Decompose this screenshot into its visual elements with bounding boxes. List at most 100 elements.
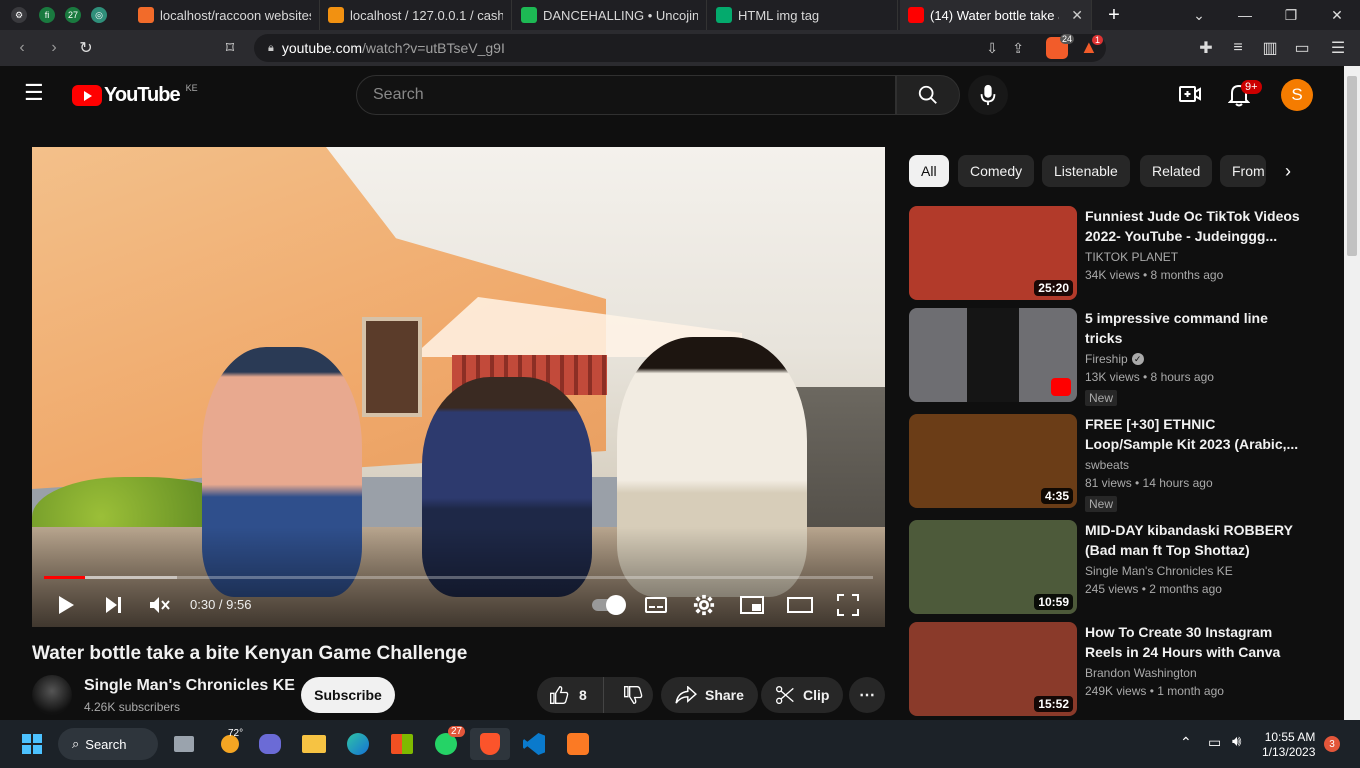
address-bar[interactable]: 🔒︎ youtube.com /watch?v=utBTseV_g9I ⇩ ⇪ bbox=[254, 34, 1106, 62]
volume-icon[interactable]: 🔊︎ bbox=[1232, 733, 1241, 750]
edge-browser-icon[interactable] bbox=[338, 728, 378, 760]
channel-name[interactable]: TIKTOK PLANET bbox=[1085, 250, 1178, 264]
chip-all[interactable]: All bbox=[909, 155, 949, 187]
miniplayer-button[interactable] bbox=[734, 587, 770, 623]
tab-search-icon[interactable]: ⌄ bbox=[1176, 0, 1222, 30]
search-input[interactable]: Search bbox=[356, 75, 896, 115]
recommended-video[interactable]: 25:20 Funniest Jude Oc TikTok Videos 2022… bbox=[909, 206, 1329, 300]
reload-button[interactable]: ↻ bbox=[70, 32, 102, 64]
subtitles-button[interactable] bbox=[638, 587, 674, 623]
channel-name[interactable]: swbeats bbox=[1085, 458, 1129, 472]
close-tab-icon[interactable]: ✕ bbox=[1071, 7, 1083, 24]
progress-bar[interactable] bbox=[44, 576, 873, 579]
whatsapp-icon[interactable]: 27 bbox=[426, 726, 466, 760]
settings-button[interactable] bbox=[686, 587, 722, 623]
scrollbar-thumb[interactable] bbox=[1347, 76, 1357, 256]
chip-listenable[interactable]: Listenable bbox=[1042, 155, 1130, 187]
recommended-video[interactable]: 5 impressive command line tricks Fireship… bbox=[909, 308, 1329, 406]
create-video-icon[interactable] bbox=[1178, 82, 1204, 108]
weather-widget[interactable]: 72° bbox=[210, 728, 250, 760]
brave-rewards-icon[interactable]: ▲ 1 bbox=[1080, 35, 1104, 59]
video-thumbnail[interactable]: 15:52 bbox=[909, 622, 1077, 716]
channel-name[interactable]: Brandon Washington bbox=[1085, 666, 1197, 680]
xampp-icon[interactable] bbox=[558, 728, 598, 760]
channel-name[interactable]: Fireship ✓ bbox=[1085, 352, 1144, 366]
account-avatar[interactable]: S bbox=[1281, 79, 1313, 111]
microsoft-store-icon[interactable] bbox=[382, 728, 422, 760]
video-thumbnail[interactable]: 10:59 bbox=[909, 520, 1077, 614]
playlist-icon[interactable]: ≡ bbox=[1222, 32, 1254, 64]
browser-tab[interactable]: DANCEHALLING • Uncojin bbox=[513, 0, 707, 30]
close-window-button[interactable]: ✕ bbox=[1314, 0, 1360, 30]
share-page-icon[interactable]: ⇪ bbox=[1012, 40, 1024, 57]
recommended-video[interactable]: 15:52 How To Create 30 Instagram Reels in… bbox=[909, 622, 1329, 716]
chip-comedy[interactable]: Comedy bbox=[958, 155, 1035, 187]
sidebar-icon[interactable]: ▥ bbox=[1254, 32, 1286, 64]
browser-menu-icon[interactable]: ☰ bbox=[1322, 32, 1354, 64]
like-button[interactable]: 8 bbox=[537, 677, 605, 713]
video-title[interactable]: MID-DAY kibandaski ROBBERY (Bad man ft T… bbox=[1085, 520, 1300, 560]
taskbar-clock[interactable]: 10:55 AM 1/13/2023 bbox=[1262, 730, 1315, 760]
video-thumbnail[interactable]: 4:35 bbox=[909, 414, 1077, 508]
forward-button[interactable]: › bbox=[38, 32, 70, 64]
pinned-tab-whatsapp-icon[interactable]: 27 bbox=[62, 0, 84, 30]
guide-menu-icon[interactable]: ☰ bbox=[24, 82, 48, 106]
share-button[interactable]: Share bbox=[661, 677, 758, 713]
start-button[interactable] bbox=[12, 728, 52, 760]
restore-button[interactable]: ❐ bbox=[1268, 0, 1314, 30]
browser-tab[interactable]: (14) Water bottle take a b ✕ bbox=[900, 0, 1092, 30]
autoplay-toggle[interactable] bbox=[588, 587, 628, 623]
video-title[interactable]: FREE [+30] ETHNIC Loop/Sample Kit 2023 (… bbox=[1085, 414, 1300, 454]
video-title[interactable]: 5 impressive command line tricks bbox=[1085, 308, 1300, 348]
show-hidden-icons[interactable]: ⌃ bbox=[1180, 734, 1192, 751]
theater-mode-button[interactable] bbox=[782, 587, 818, 623]
chip-from[interactable]: From bbox=[1220, 155, 1266, 187]
back-button[interactable]: ‹ bbox=[6, 32, 38, 64]
subscribe-button[interactable]: Subscribe bbox=[301, 677, 395, 713]
more-actions-button[interactable]: ⋯ bbox=[849, 677, 885, 713]
voice-search-button[interactable] bbox=[968, 75, 1008, 115]
notification-badge[interactable]: 3 bbox=[1324, 736, 1340, 752]
recommended-video[interactable]: 10:59 MID-DAY kibandaski ROBBERY (Bad man… bbox=[909, 520, 1329, 614]
youtube-logo[interactable]: YouTube KE bbox=[72, 83, 198, 107]
brave-shields-icon[interactable]: 24 bbox=[1046, 34, 1074, 59]
brave-menu-icon[interactable]: ⚙ bbox=[8, 0, 30, 30]
next-button[interactable] bbox=[96, 587, 132, 623]
bookmark-icon[interactable]: ⌑ bbox=[214, 32, 246, 64]
file-explorer-icon[interactable] bbox=[294, 728, 334, 760]
taskbar-search[interactable]: ⌕ Search bbox=[58, 728, 158, 760]
install-icon[interactable]: ⇩ bbox=[986, 40, 998, 57]
chip-related[interactable]: Related bbox=[1140, 155, 1213, 187]
play-button[interactable] bbox=[48, 587, 84, 623]
vscode-icon[interactable] bbox=[514, 728, 554, 760]
new-tab-button[interactable]: + bbox=[1102, 4, 1126, 26]
recommended-video[interactable]: 4:35 FREE [+30] ETHNIC Loop/Sample Kit 20… bbox=[909, 414, 1329, 512]
pinned-tab-icon[interactable]: fi bbox=[36, 0, 58, 30]
minimize-button[interactable]: — bbox=[1222, 0, 1268, 30]
fullscreen-button[interactable] bbox=[830, 587, 866, 623]
video-thumbnail[interactable]: 25:20 bbox=[909, 206, 1077, 300]
search-button[interactable] bbox=[896, 75, 960, 115]
video-title[interactable]: Funniest Jude Oc TikTok Videos 2022- You… bbox=[1085, 206, 1300, 246]
task-view-icon[interactable] bbox=[164, 728, 204, 760]
browser-tab[interactable]: localhost/raccoon websites/C bbox=[130, 0, 320, 30]
extensions-icon[interactable]: ✚ bbox=[1190, 32, 1222, 64]
video-title[interactable]: How To Create 30 Instagram Reels in 24 H… bbox=[1085, 622, 1300, 662]
wallet-icon[interactable]: ▭ bbox=[1286, 32, 1318, 64]
mute-button[interactable] bbox=[142, 587, 178, 623]
video-player[interactable]: 0:30 / 9:56 bbox=[32, 147, 885, 627]
network-icon[interactable]: ▭ bbox=[1208, 734, 1221, 751]
channel-name[interactable]: Single Man's Chronicles KE bbox=[1085, 564, 1233, 578]
channel-avatar[interactable] bbox=[32, 675, 72, 715]
clip-button[interactable]: Clip bbox=[761, 677, 844, 713]
video-thumbnail[interactable] bbox=[909, 308, 1077, 402]
browser-tab[interactable]: localhost / 127.0.0.1 / cash / a bbox=[320, 0, 512, 30]
tab-label: (14) Water bottle take a b bbox=[930, 7, 1059, 23]
chat-app-icon[interactable] bbox=[250, 728, 290, 760]
channel-name[interactable]: Single Man's Chronicles KE bbox=[84, 677, 295, 695]
chips-next-button[interactable]: › bbox=[1272, 155, 1304, 187]
brave-taskbar-icon[interactable] bbox=[470, 728, 510, 760]
browser-tab[interactable]: HTML img tag bbox=[708, 0, 898, 30]
dislike-button[interactable] bbox=[612, 677, 653, 713]
pinned-tab-chatgpt-icon[interactable]: ◎ bbox=[88, 0, 110, 30]
